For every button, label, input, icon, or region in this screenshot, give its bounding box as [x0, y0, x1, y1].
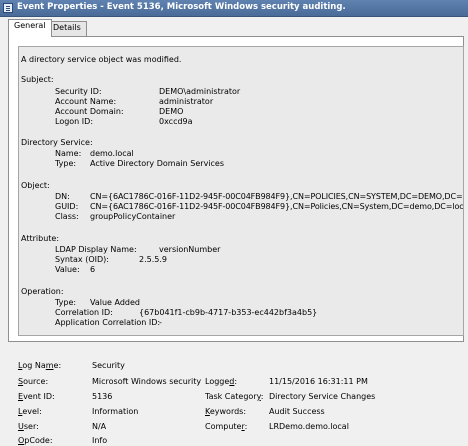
attribute-value-label: Value: — [55, 265, 80, 274]
syntax-oid-value: 2.5.5.9 — [139, 255, 167, 264]
ds-name-label: Name: — [55, 149, 82, 158]
correlation-id-label: Correlation ID: — [55, 308, 113, 317]
app-correlation-id-label: Application Correlation ID: — [55, 318, 161, 327]
source-value: Microsoft Windows security — [92, 377, 202, 386]
ds-name-value: demo.local — [90, 149, 134, 158]
correlation-id-value: {67b041f1-cb9b-4717-b353-ec442bf3a4b5} — [139, 308, 318, 317]
subject-heading: Subject: — [21, 75, 54, 84]
security-id-label: Security ID: — [55, 87, 102, 96]
task-category-value: Directory Service Changes — [269, 392, 376, 401]
event-viewer-icon — [3, 3, 13, 13]
object-guid-value: CN={6AC1786C-016F-11D2-945F-00C04FB984F9… — [90, 202, 464, 211]
event-description-box[interactable]: A directory service object was modified.… — [18, 46, 464, 336]
task-category-label: Task Category: — [205, 392, 264, 401]
tab-general[interactable]: General — [8, 19, 52, 37]
object-class-label: Class: — [55, 212, 79, 221]
description-summary: A directory service object was modified. — [21, 55, 182, 64]
ds-type-value: Active Directory Domain Services — [90, 159, 225, 168]
object-guid-label: GUID: — [55, 202, 79, 211]
attribute-heading: Attribute: — [21, 234, 60, 243]
computer-value: LRDemo.demo.local — [269, 422, 349, 431]
user-value: N/A — [92, 422, 107, 431]
window-title: Event Properties - Event 5136, Microsoft… — [17, 2, 346, 12]
ds-type-label: Type: — [55, 159, 77, 168]
event-id-value: 5136 — [92, 392, 113, 401]
log-name-label: Log Name: — [18, 361, 62, 370]
object-heading: Object: — [21, 181, 50, 190]
logon-id-label: Logon ID: — [55, 117, 94, 126]
operation-type-value: Value Added — [90, 298, 140, 307]
keywords-value: Audit Success — [269, 407, 325, 416]
syntax-oid-label: Syntax (OID): — [55, 255, 109, 264]
account-domain-label: Account Domain: — [55, 107, 124, 116]
opcode-value: Info — [92, 436, 108, 445]
title-bar[interactable]: Event Properties - Event 5136, Microsoft… — [0, 0, 468, 17]
object-class-value: groupPolicyContainer — [90, 212, 176, 221]
source-label: Source: — [18, 377, 49, 386]
logged-value: 11/15/2016 16:31:11 PM — [269, 377, 368, 386]
event-id-label: Event ID: — [18, 392, 55, 401]
account-domain-value: DEMO — [159, 107, 184, 116]
tab-details[interactable]: Details — [47, 21, 87, 36]
logged-label: Logged: — [205, 377, 238, 386]
object-dn-label: DN: — [55, 192, 70, 201]
keywords-label: Keywords: — [205, 407, 247, 416]
general-tab-panel: A directory service object was modified.… — [8, 36, 464, 342]
account-name-label: Account Name: — [55, 97, 117, 106]
computer-label: Computer: — [205, 422, 248, 431]
logon-id-value: 0xccd9a — [159, 117, 193, 126]
opcode-label: OpCode: — [18, 436, 53, 445]
level-label: Level: — [18, 407, 42, 416]
directory-service-heading: Directory Service: — [21, 138, 93, 147]
ldap-display-name-value: versionNumber — [159, 245, 221, 254]
operation-type-label: Type: — [55, 298, 77, 307]
ldap-display-name-label: LDAP Display Name: — [55, 245, 137, 254]
log-name-value: Security — [92, 361, 125, 370]
level-value: Information — [92, 407, 139, 416]
attribute-value: 6 — [90, 265, 96, 274]
account-name-value: administrator — [159, 97, 214, 106]
security-id-value: DEMO\administrator — [159, 87, 241, 96]
operation-heading: Operation: — [21, 287, 64, 296]
user-label: User: — [18, 422, 39, 431]
app-correlation-id-value: - — [159, 318, 162, 327]
object-dn-value: CN={6AC1786C-016F-11D2-945F-00C04FB984F9… — [90, 192, 464, 201]
